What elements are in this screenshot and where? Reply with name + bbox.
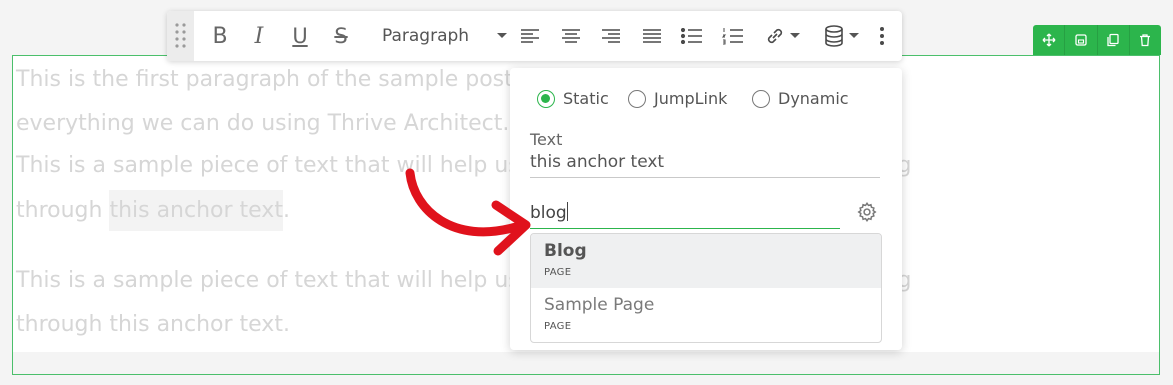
bulleted-list-button[interactable] xyxy=(679,11,705,61)
paragraph-format-dropdown[interactable]: Paragraph xyxy=(382,11,508,61)
trash-icon xyxy=(1140,34,1151,47)
toolbar-drag-handle[interactable] xyxy=(167,11,194,61)
paragraph-format-value: Paragraph xyxy=(382,26,470,46)
paragraph-text: through xyxy=(16,198,110,223)
link-type-jumplink[interactable]: JumpLink xyxy=(628,89,727,108)
suggestion-title: Sample Page xyxy=(544,295,655,315)
align-justify-button[interactable] xyxy=(639,11,665,61)
insert-link-button[interactable] xyxy=(759,11,805,61)
gear-icon xyxy=(857,202,877,222)
paragraph-line-6[interactable]: through this anchor text. xyxy=(16,303,290,347)
element-actions-bar xyxy=(1033,25,1161,55)
link-search-value: blog xyxy=(530,203,567,223)
suggestion-type: PAGE xyxy=(544,267,572,278)
align-right-icon xyxy=(602,29,620,43)
database-icon xyxy=(824,25,843,47)
link-search-input[interactable]: blog xyxy=(530,202,840,229)
underline-button[interactable]: U xyxy=(286,11,314,61)
paragraph-line-4[interactable]: through this anchor text. xyxy=(16,189,290,233)
content-bottom-strip xyxy=(13,352,1159,374)
copy-icon xyxy=(1107,33,1119,47)
radio-jumplink[interactable] xyxy=(628,89,646,108)
paragraph-text: . xyxy=(282,198,290,223)
align-right-button[interactable] xyxy=(598,11,624,61)
align-center-button[interactable] xyxy=(558,11,584,61)
drag-dots-icon xyxy=(175,23,186,48)
caret-down-icon xyxy=(848,32,859,38)
dynamic-data-button[interactable] xyxy=(818,11,864,61)
text-field-label: Text xyxy=(530,130,563,149)
underline-label: U xyxy=(292,24,308,48)
radio-dynamic-label: Dynamic xyxy=(778,89,849,108)
caret-down-icon xyxy=(497,33,508,38)
suggestion-item-blog[interactable]: Blog PAGE xyxy=(531,234,881,288)
link-icon xyxy=(767,28,783,44)
strikethrough-button[interactable]: S xyxy=(327,11,355,61)
align-left-button[interactable] xyxy=(517,11,543,61)
link-settings-button[interactable] xyxy=(856,201,878,227)
selected-anchor-text[interactable]: this anchor text xyxy=(109,190,283,231)
link-suggestions-list: Blog PAGE Sample Page PAGE xyxy=(530,233,882,343)
text-cursor xyxy=(566,202,568,221)
save-icon xyxy=(1075,34,1087,46)
bold-label: B xyxy=(212,23,228,49)
caret-down-icon xyxy=(790,32,800,38)
numbered-list-icon xyxy=(722,28,743,45)
text-formatting-toolbar: B I U S Paragraph xyxy=(167,11,902,61)
suggestion-type: PAGE xyxy=(544,321,572,332)
link-type-static[interactable]: Static xyxy=(537,89,609,108)
more-options-button[interactable] xyxy=(871,11,893,61)
duplicate-button[interactable] xyxy=(1098,25,1130,55)
radio-static-label: Static xyxy=(563,89,609,108)
move-icon xyxy=(1042,33,1056,47)
radio-static[interactable] xyxy=(537,89,555,108)
more-vertical-icon xyxy=(880,27,884,45)
bulleted-list-icon xyxy=(681,28,702,44)
bold-button[interactable]: B xyxy=(206,11,234,61)
delete-button[interactable] xyxy=(1130,25,1161,55)
radio-dynamic[interactable] xyxy=(752,89,770,108)
anchor-text-field[interactable]: this anchor text xyxy=(530,152,880,178)
link-type-dynamic[interactable]: Dynamic xyxy=(752,89,849,108)
radio-jumplink-label: JumpLink xyxy=(654,89,728,108)
annotation-arrow-icon xyxy=(405,168,531,256)
italic-button[interactable]: I xyxy=(245,11,273,61)
suggestion-title: Blog xyxy=(544,241,587,261)
align-center-icon xyxy=(562,29,580,43)
link-popup: Static JumpLink Dynamic Text this anchor… xyxy=(510,68,902,350)
align-justify-icon xyxy=(643,29,661,43)
save-template-button[interactable] xyxy=(1065,25,1098,55)
italic-label: I xyxy=(254,23,264,49)
numbered-list-button[interactable] xyxy=(720,11,746,61)
move-button[interactable] xyxy=(1033,25,1066,55)
suggestion-item-sample-page[interactable]: Sample Page PAGE xyxy=(531,288,881,342)
align-left-icon xyxy=(521,29,539,43)
strikethrough-label: S xyxy=(334,24,348,48)
paragraph-line-2[interactable]: everything we can do using Thrive Archit… xyxy=(16,102,509,146)
